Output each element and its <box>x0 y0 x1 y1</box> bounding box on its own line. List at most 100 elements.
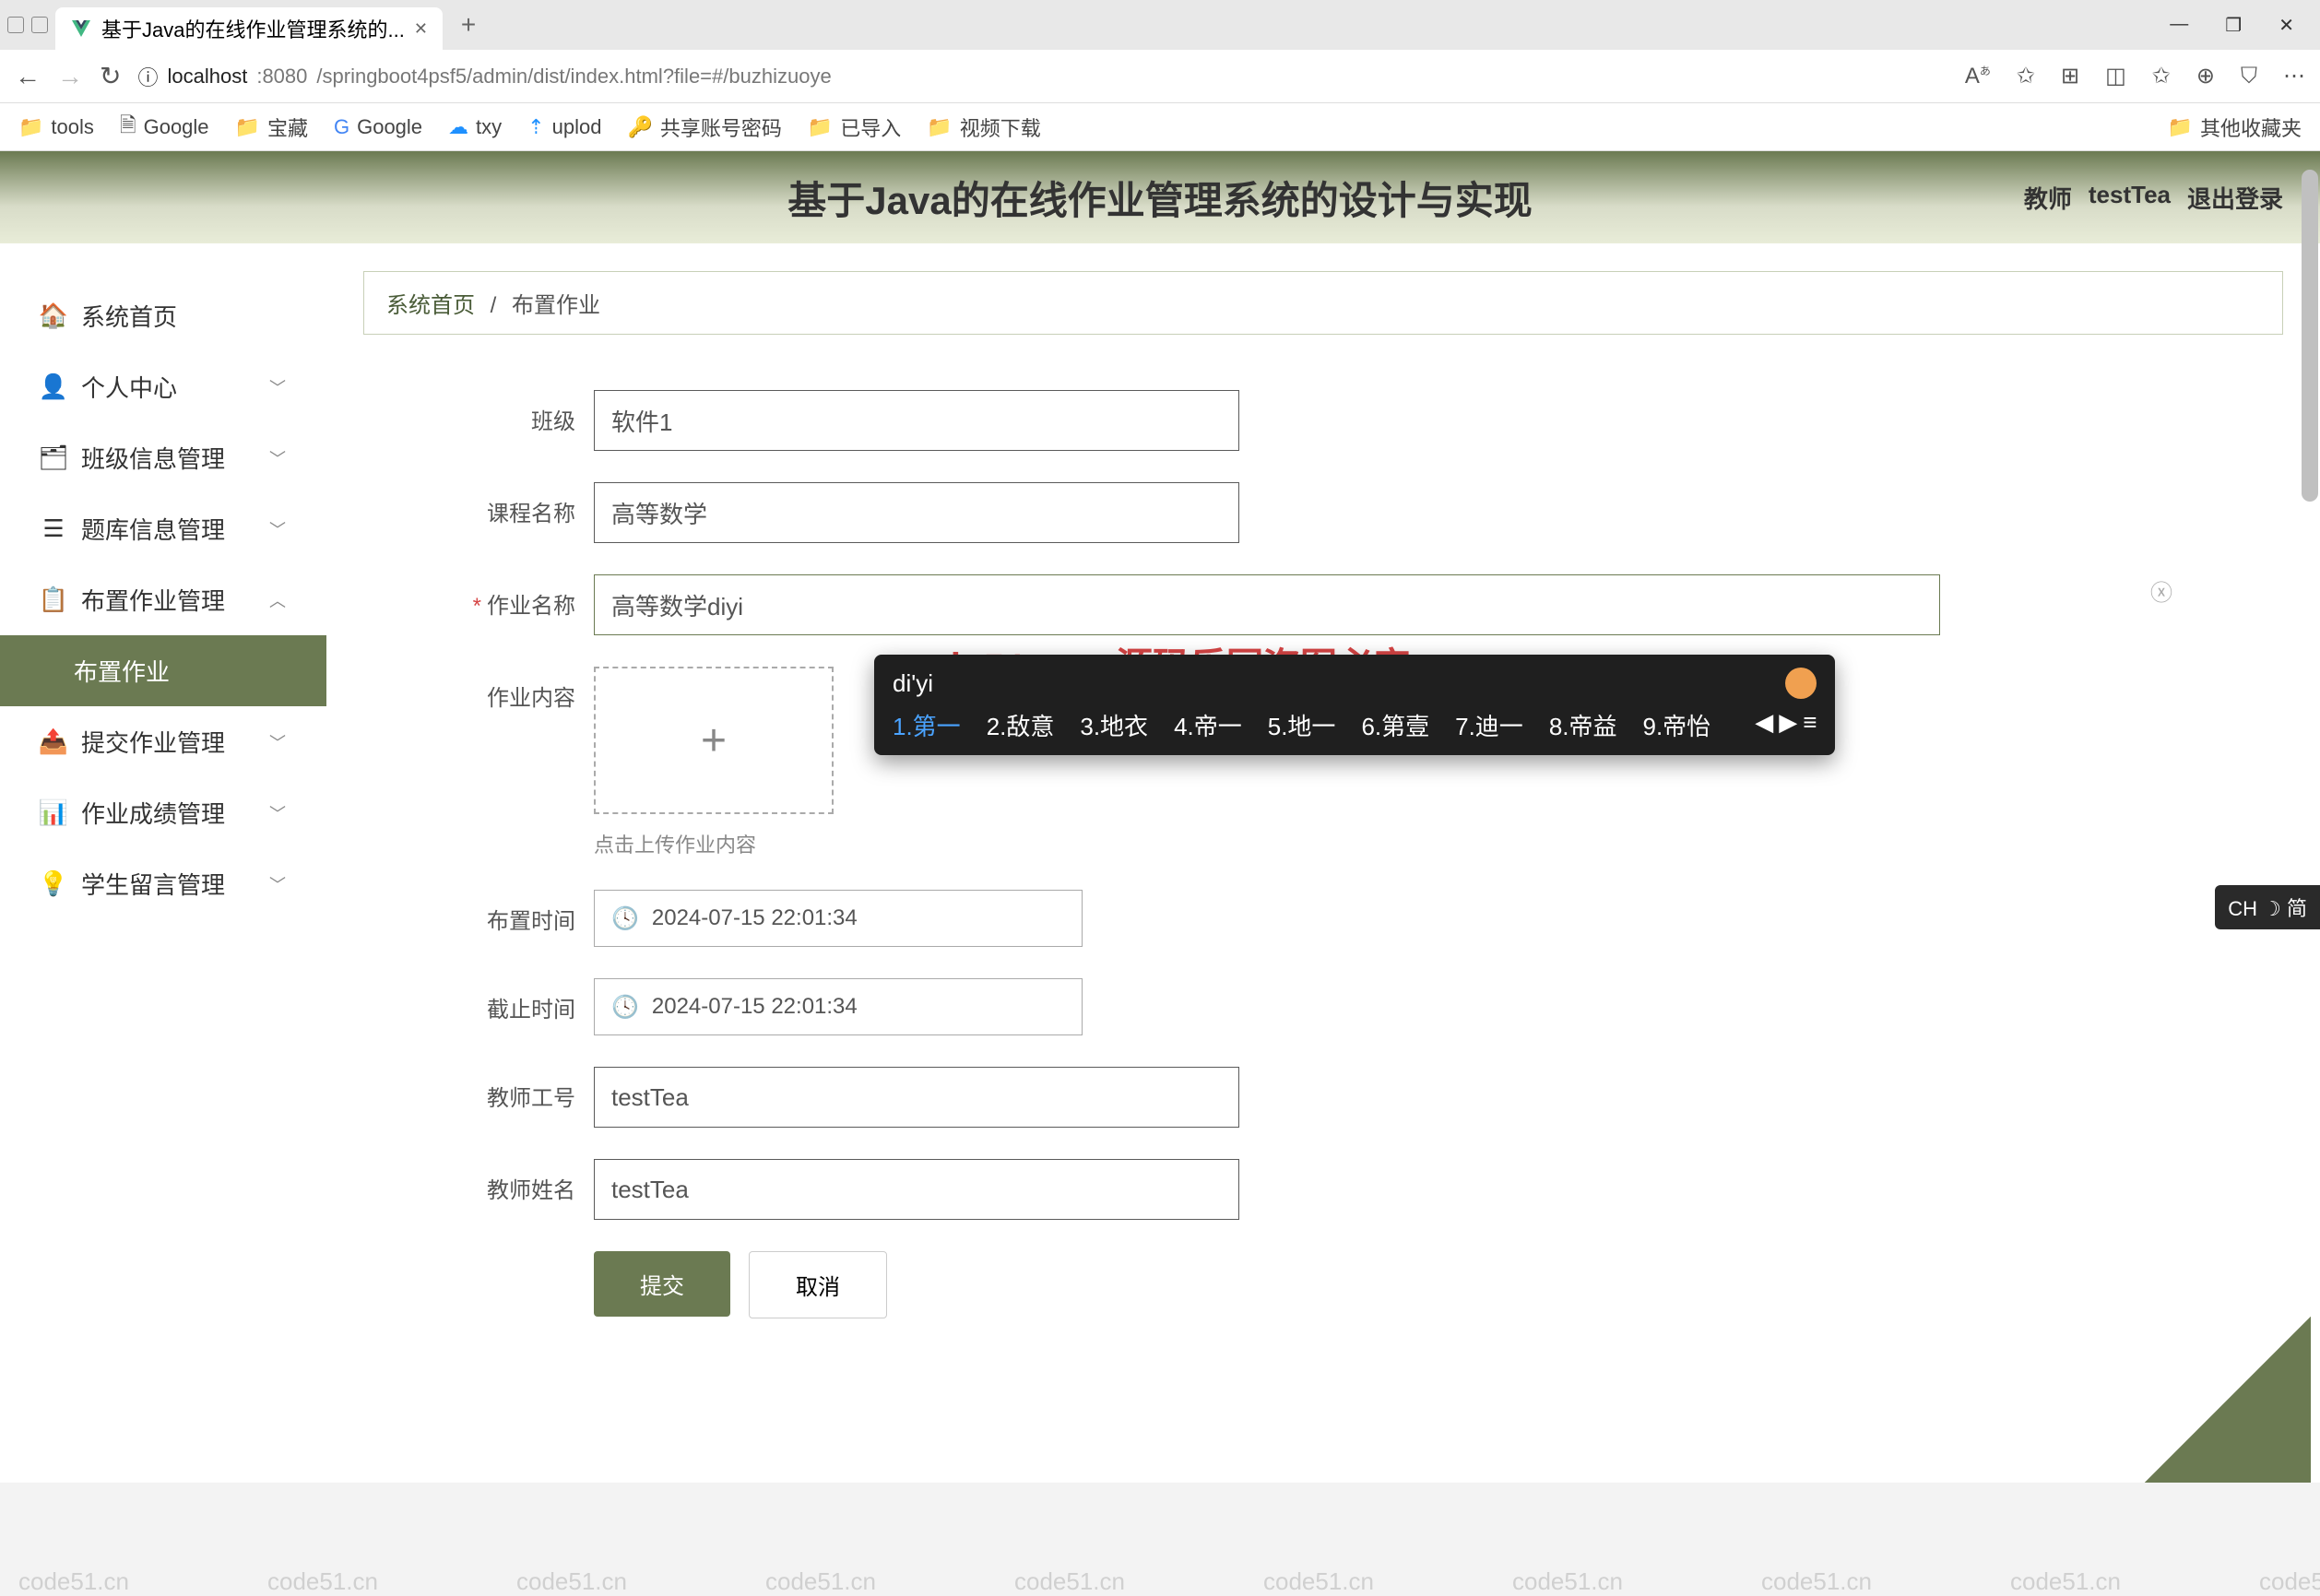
sidebar-item-home[interactable]: 🏠系统首页 <box>0 280 326 351</box>
sidebar-item-grade[interactable]: 📊作业成绩管理﹀ <box>0 777 326 848</box>
address-bar: ← → ↻ ⓘ localhost:8080/springboot4psf5/a… <box>0 50 2320 103</box>
class-icon: 🗂 <box>41 443 66 472</box>
sidebar-item-question[interactable]: ☰题库信息管理﹀ <box>0 493 326 564</box>
ime-candidate[interactable]: 1.第一 <box>893 708 961 742</box>
content-label: 作业内容 <box>419 667 594 712</box>
window-button-2[interactable] <box>31 17 48 33</box>
chevron-down-icon: ﹀ <box>269 517 286 541</box>
text-size-icon[interactable]: Aあ <box>1965 63 1991 89</box>
submit-icon: 📤 <box>41 727 66 756</box>
teacher-name-input[interactable] <box>594 1159 1239 1220</box>
url-path: /springboot4psf5/admin/dist/index.html?f… <box>316 65 831 89</box>
ime-candidate[interactable]: 9.帝怡 <box>1643 708 1711 742</box>
new-tab-button[interactable]: + <box>450 10 487 40</box>
browser-tab-bar: 基于Java的在线作业管理系统的... ✕ + — ❐ ✕ <box>0 0 2320 50</box>
clock-icon: 🕓 <box>611 905 639 932</box>
split-icon[interactable]: ◫ <box>2105 63 2126 89</box>
hw-name-input[interactable] <box>594 574 1940 635</box>
bookmark-item[interactable]: ⇡uplod <box>527 115 601 139</box>
upload-button[interactable]: + <box>594 667 834 814</box>
bookmark-item[interactable]: GGoogle <box>334 115 422 139</box>
maximize-icon[interactable]: ❐ <box>2225 14 2242 37</box>
ime-candidates: 1.第一 2.敌意 3.地衣 4.帝一 5.地一 6.第壹 7.迪一 8.帝益 … <box>893 708 1817 742</box>
due-time-label: 截止时间 <box>419 978 594 1023</box>
ime-candidate[interactable]: 7.迪一 <box>1455 708 1523 742</box>
bulb-icon: 💡 <box>41 869 66 898</box>
due-time-input[interactable]: 🕓2024-07-15 22:01:34 <box>594 978 1083 1035</box>
minimize-icon[interactable]: — <box>2170 14 2188 37</box>
close-icon[interactable]: ✕ <box>2279 14 2294 37</box>
assign-time-input[interactable]: 🕓2024-07-15 22:01:34 <box>594 890 1083 947</box>
bookmark-item[interactable]: 🔑共享账号密码 <box>627 112 781 142</box>
ime-candidate[interactable]: 3.地衣 <box>1080 708 1148 742</box>
teacher-name-label: 教师姓名 <box>419 1159 594 1204</box>
info-icon[interactable]: ⓘ <box>137 62 158 91</box>
more-icon[interactable]: ⋯ <box>2283 63 2305 89</box>
window-button-1[interactable] <box>7 17 24 33</box>
course-input[interactable] <box>594 482 1239 543</box>
shield-icon[interactable]: ⛉ <box>2241 64 2257 89</box>
bookmark-item[interactable]: 📁视频下载 <box>927 112 1040 142</box>
class-input[interactable] <box>594 390 1239 451</box>
sidebar-item-assign-hw[interactable]: 布置作业 <box>0 635 326 706</box>
bookmarks-bar: 📁tools 🗎Google 📁宝藏 GGoogle ☁txy ⇡uplod 🔑… <box>0 103 2320 151</box>
url-host: localhost <box>167 65 247 89</box>
ime-candidate[interactable]: 2.敌意 <box>987 708 1055 742</box>
other-bookmarks[interactable]: 📁其他收藏夹 <box>2168 112 2302 142</box>
app-header: 基于Java的在线作业管理系统的设计与实现 教师 testTea 退出登录 <box>0 151 2320 243</box>
ime-menu-icon[interactable]: ≡ <box>1803 708 1817 742</box>
ime-candidate[interactable]: 6.第壹 <box>1361 708 1429 742</box>
home-icon: 🏠 <box>41 301 66 330</box>
sidebar-item-assign[interactable]: 📋布置作业管理︿ <box>0 564 326 635</box>
extension-icon[interactable]: ⊞ <box>2061 63 2079 89</box>
url-input[interactable]: ⓘ localhost :8080/springboot4psf5/admin/d… <box>137 62 1947 91</box>
class-label: 班级 <box>419 390 594 435</box>
chevron-down-icon: ﹀ <box>269 872 286 896</box>
bookmark-item[interactable]: 📁tools <box>18 115 94 139</box>
collections-icon[interactable]: ⊕ <box>2196 63 2215 89</box>
plus-icon: + <box>701 715 727 766</box>
submit-button[interactable]: 提交 <box>594 1251 730 1317</box>
sidebar-item-message[interactable]: 💡学生留言管理﹀ <box>0 848 326 919</box>
ime-candidate[interactable]: 4.帝一 <box>1174 708 1242 742</box>
bookmark-item[interactable]: 📁宝藏 <box>235 112 308 142</box>
username: testTea <box>2089 181 2171 215</box>
logout-link[interactable]: 退出登录 <box>2187 181 2283 215</box>
user-role: 教师 <box>2024 181 2072 215</box>
cancel-button[interactable]: 取消 <box>749 1251 887 1318</box>
back-icon[interactable]: ← <box>15 62 41 91</box>
favorites-icon[interactable]: ✩ <box>2152 63 2171 89</box>
ime-indicator[interactable]: CH ☽ 简 <box>2215 885 2320 929</box>
refresh-icon[interactable]: ↻ <box>100 61 121 91</box>
breadcrumb-current: 布置作业 <box>512 293 600 318</box>
ime-logo-icon <box>1785 668 1817 699</box>
clear-icon[interactable]: ⓧ <box>2150 574 2172 607</box>
browser-tab[interactable]: 基于Java的在线作业管理系统的... ✕ <box>55 7 443 50</box>
tab-close-icon[interactable]: ✕ <box>414 19 428 39</box>
teacher-id-input[interactable] <box>594 1067 1239 1128</box>
list-icon: ☰ <box>41 514 66 543</box>
scrollbar[interactable] <box>2302 170 2318 502</box>
bookmark-item[interactable]: 📁已导入 <box>808 112 901 142</box>
chevron-down-icon: ﹀ <box>269 375 286 399</box>
star-outline-icon[interactable]: ✩ <box>2017 63 2035 89</box>
ime-candidate[interactable]: 8.帝益 <box>1549 708 1617 742</box>
url-port: :8080 <box>256 65 307 89</box>
bookmark-item[interactable]: ☁txy <box>448 115 502 139</box>
clock-icon: 🕓 <box>611 994 639 1021</box>
bookmark-item[interactable]: 🗎Google <box>120 110 209 145</box>
sidebar-item-submit[interactable]: 📤提交作业管理﹀ <box>0 706 326 777</box>
ime-prev-icon[interactable]: ◀ <box>1755 708 1773 742</box>
main-content: 系统首页 / 布置作业 班级 课程名称 *作业名称 ⓧ <box>326 243 2320 1483</box>
vue-icon <box>70 18 92 40</box>
tab-title: 基于Java的在线作业管理系统的... <box>101 14 405 43</box>
ime-panel[interactable]: di'yi 1.第一 2.敌意 3.地衣 4.帝一 5.地一 6.第壹 7.迪一… <box>874 655 1835 755</box>
breadcrumb-home[interactable]: 系统首页 <box>386 293 475 318</box>
hw-name-label: *作业名称 <box>419 574 594 620</box>
chevron-down-icon: ﹀ <box>269 801 286 825</box>
ime-candidate[interactable]: 5.地一 <box>1268 708 1336 742</box>
ime-next-icon[interactable]: ▶ <box>1779 708 1797 742</box>
assign-time-label: 布置时间 <box>419 890 594 935</box>
sidebar-item-class[interactable]: 🗂班级信息管理﹀ <box>0 422 326 493</box>
sidebar-item-profile[interactable]: 👤个人中心﹀ <box>0 351 326 422</box>
